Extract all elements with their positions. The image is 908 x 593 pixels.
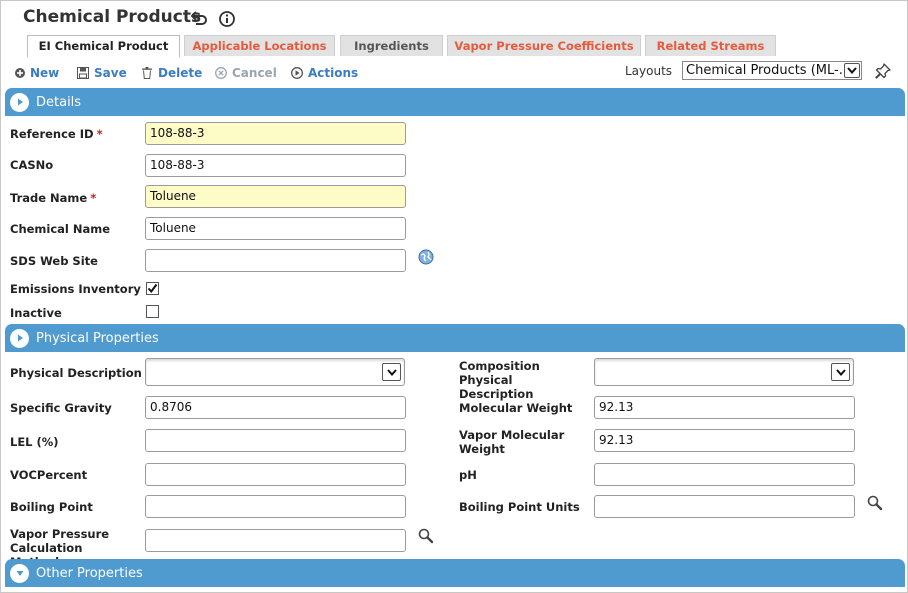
new-button[interactable]: New	[15, 65, 59, 81]
expand-right-icon	[10, 92, 29, 112]
cancel-circle-icon	[215, 67, 227, 79]
casno-field[interactable]: 108-88-3	[145, 154, 406, 177]
layouts-select-value: Chemical Products (ML-...	[686, 63, 852, 78]
tab-applicable-locations[interactable]: Applicable Locations	[184, 35, 335, 56]
emissions-inventory-checkbox[interactable]	[146, 280, 159, 295]
tab-related-streams[interactable]: Related Streams	[645, 35, 776, 56]
cancel-button[interactable]: Cancel	[215, 65, 277, 81]
delete-label: Delete	[158, 66, 203, 80]
vapor-molecular-weight-label: Vapor Molecular Weight	[459, 428, 565, 456]
ph-label: pH	[459, 468, 477, 482]
sds-web-site-field[interactable]	[145, 249, 406, 272]
composition-physical-description-label: Composition Physical Description	[459, 359, 540, 401]
actions-label: Actions	[308, 66, 359, 80]
inactive-checkbox[interactable]	[146, 305, 159, 318]
details-section-header[interactable]: Details	[5, 88, 905, 116]
tab-ei-chemical-product[interactable]: EI Chemical Product	[27, 35, 180, 57]
molecular-weight-field[interactable]: 92.13	[594, 396, 855, 419]
magnifier-icon[interactable]	[866, 494, 884, 512]
specific-gravity-field[interactable]: 0.8706	[145, 396, 406, 419]
magnifier-icon[interactable]	[417, 527, 435, 545]
trash-icon	[142, 67, 152, 79]
ph-field[interactable]	[594, 463, 855, 486]
globe-icon[interactable]	[417, 248, 435, 266]
checkmark-icon	[146, 282, 159, 295]
page-title: Chemical Products	[23, 7, 202, 27]
save-button[interactable]: Save	[77, 65, 127, 81]
layouts-label: Layouts	[625, 64, 673, 78]
new-label: New	[30, 66, 60, 80]
casno-label: CASNo	[10, 158, 54, 172]
details-section-title: Details	[36, 94, 82, 110]
physical-description-select[interactable]	[145, 358, 405, 386]
trade-name-field[interactable]: Toluene	[145, 185, 406, 208]
voc-percent-field[interactable]	[145, 463, 406, 486]
reference-id-label: Reference ID *	[10, 127, 103, 141]
reference-id-field[interactable]: 108-88-3	[145, 122, 406, 145]
cancel-label: Cancel	[232, 66, 277, 80]
layouts-select[interactable]: Chemical Products (ML-...	[682, 61, 862, 80]
trade-name-label: Trade Name *	[10, 191, 97, 205]
boiling-point-label: Boiling Point	[10, 500, 93, 514]
inactive-label: Inactive	[10, 306, 62, 320]
emissions-inventory-label: Emissions Inventory	[10, 282, 141, 296]
info-circle-icon[interactable]	[218, 10, 236, 28]
return-arrow-icon[interactable]	[190, 10, 208, 28]
pin-icon[interactable]	[874, 62, 892, 80]
chevron-down-icon	[382, 363, 401, 381]
delete-button[interactable]: Delete	[141, 65, 202, 81]
lel-field[interactable]	[145, 429, 406, 452]
boiling-point-units-field[interactable]	[594, 495, 855, 518]
chemical-name-label: Chemical Name	[10, 222, 111, 236]
boiling-point-units-label: Boiling Point Units	[459, 500, 580, 514]
other-properties-section-title: Other Properties	[36, 565, 143, 581]
lel-label: LEL (%)	[10, 435, 59, 449]
chevron-down-icon	[844, 63, 860, 78]
play-circle-icon	[291, 67, 303, 79]
voc-percent-label: VOCPercent	[10, 468, 88, 482]
save-label: Save	[94, 66, 127, 80]
floppy-disk-icon	[77, 67, 89, 79]
physical-properties-section-header[interactable]: Physical Properties	[5, 324, 905, 352]
boiling-point-field[interactable]	[145, 495, 406, 518]
physical-properties-section-title: Physical Properties	[36, 330, 159, 346]
expand-right-icon	[10, 328, 29, 348]
chevron-down-icon	[831, 363, 850, 381]
tab-ingredients[interactable]: Ingredients	[340, 35, 443, 56]
chemical-name-field[interactable]: Toluene	[145, 217, 406, 240]
plus-circle-icon	[15, 68, 25, 78]
tab-vapor-pressure-coefficients[interactable]: Vapor Pressure Coefficients	[447, 35, 641, 56]
composition-physical-description-select[interactable]	[594, 358, 854, 386]
actions-button[interactable]: Actions	[291, 65, 358, 81]
other-properties-section-header[interactable]: Other Properties	[5, 559, 905, 587]
specific-gravity-label: Specific Gravity	[10, 401, 112, 415]
collapse-down-icon	[10, 563, 29, 583]
physical-description-label: Physical Description	[10, 366, 142, 380]
vapor-pressure-calculation-method-field[interactable]	[145, 529, 406, 552]
vapor-molecular-weight-field[interactable]: 92.13	[594, 429, 855, 452]
sds-web-site-label: SDS Web Site	[10, 254, 98, 268]
molecular-weight-label: Molecular Weight	[459, 401, 573, 415]
